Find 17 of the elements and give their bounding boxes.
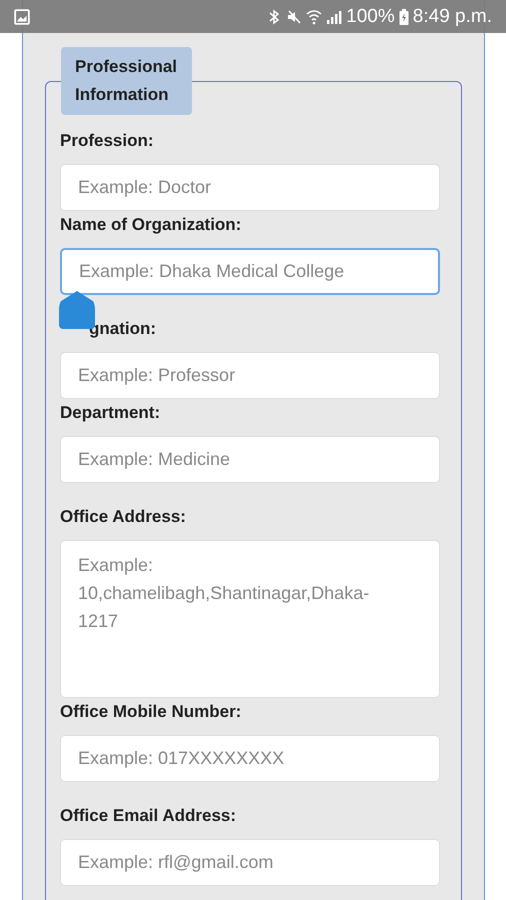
battery-percent: 100% (346, 6, 395, 28)
field-label: Office Mobile Number: (60, 702, 242, 721)
field-label: gnation: (88, 319, 156, 338)
clock: 8:49 p.m. (412, 6, 492, 28)
field-label: Department: (60, 403, 160, 422)
input-field[interactable]: Example: Dhaka Medical College (60, 248, 440, 295)
mute-icon (286, 8, 302, 24)
image-icon (14, 8, 30, 24)
section-title: Professional Information (61, 47, 192, 115)
text-area[interactable]: Example: 10,chamelibagh,Shantinagar,Dhaka-1217 (60, 540, 440, 698)
battery-icon (398, 8, 409, 24)
wifi-icon (306, 8, 322, 24)
field-label: Office Email Address: (60, 806, 236, 825)
signal-icon (326, 8, 342, 24)
field-label: Office Address: (60, 507, 186, 526)
field-label: Name of Organization: (60, 215, 242, 234)
field-label: Profession: (60, 131, 154, 150)
